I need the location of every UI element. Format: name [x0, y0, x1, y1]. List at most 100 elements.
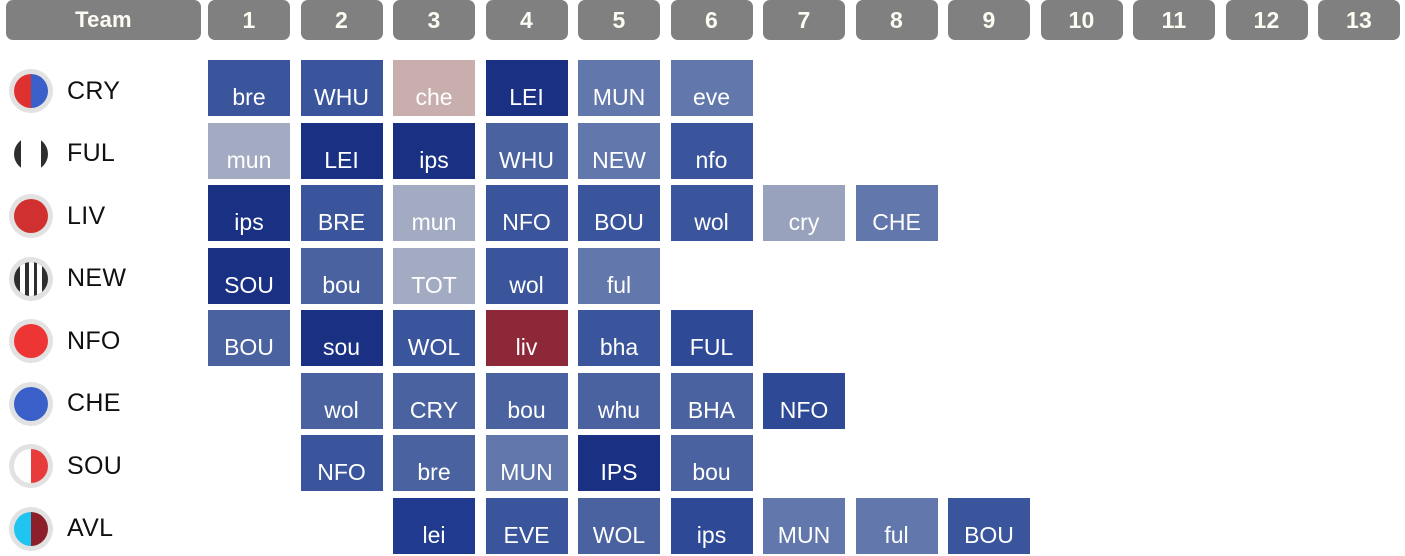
fixture-cell-cry-gw5[interactable]: MUN: [578, 60, 660, 116]
table-row: NFO BOU sou WOL liv bha FUL: [0, 310, 1405, 373]
column-header-gameweek-13[interactable]: 13: [1318, 0, 1400, 40]
team-badge-crest: [14, 386, 48, 421]
fixture-cell-avl-gw5[interactable]: WOL: [578, 497, 660, 554]
badge-half-left: [14, 74, 31, 109]
column-header-gameweek-4[interactable]: 4: [485, 0, 568, 40]
badge-half-left: [14, 511, 31, 546]
column-header-gameweek-9[interactable]: 9: [948, 0, 1030, 40]
fixture-cell-sou-gw6[interactable]: bou: [670, 435, 753, 491]
team-cell-ful[interactable]: FUL: [6, 123, 201, 186]
team-badge-icon: [9, 194, 53, 239]
fixture-cell-cry-gw6[interactable]: eve: [670, 60, 753, 116]
fixture-cell-sou-gw2[interactable]: NFO: [300, 435, 383, 491]
fixture-cell-cry-gw2[interactable]: WHU: [300, 60, 383, 116]
fixture-cell-cry-gw3[interactable]: che: [393, 60, 475, 116]
fixture-cell-nfo-gw3[interactable]: WOL: [393, 310, 475, 366]
fixture-cell-avl-gw6[interactable]: ips: [670, 497, 753, 554]
fixture-cell-nfo-gw2[interactable]: sou: [300, 310, 383, 366]
column-header-gameweek-7[interactable]: 7: [763, 0, 845, 40]
fixture-cell-new-gw4[interactable]: wol: [485, 247, 568, 304]
badge-stripe-0: [20, 261, 25, 296]
column-header-gameweek-3[interactable]: 3: [393, 0, 475, 40]
team-cell-avl[interactable]: AVL: [6, 498, 201, 556]
fixture-cell-new-gw3[interactable]: TOT: [393, 247, 475, 304]
fixture-cell-ful-gw6[interactable]: nfo: [670, 122, 753, 179]
fixture-cell-ful-gw5[interactable]: NEW: [578, 122, 660, 179]
fixture-cell-liv-gw5[interactable]: BOU: [578, 185, 660, 241]
team-name-label: NEW: [67, 264, 127, 293]
badge-edge-right: [41, 136, 48, 171]
team-badge-crest: [14, 324, 48, 359]
team-badge-crest: [14, 511, 48, 546]
team-name-label: CRY: [67, 76, 121, 105]
column-header-gameweek-6[interactable]: 6: [670, 0, 753, 40]
column-header-gameweek-1[interactable]: 1: [208, 0, 290, 40]
column-header-gameweek-12[interactable]: 12: [1225, 0, 1308, 40]
fixture-cell-liv-gw2[interactable]: BRE: [300, 185, 383, 241]
team-name-label: SOU: [67, 451, 123, 480]
fixture-cell-liv-gw7[interactable]: cry: [763, 185, 845, 241]
fixture-cell-che-gw4[interactable]: bou: [485, 372, 568, 429]
team-badge-crest: [14, 199, 48, 234]
column-header-gameweek-11[interactable]: 11: [1133, 0, 1215, 40]
team-cell-nfo[interactable]: NFO: [6, 310, 201, 373]
fixture-cell-nfo-gw1[interactable]: BOU: [208, 310, 290, 366]
fixture-cell-liv-gw1[interactable]: ips: [208, 185, 290, 241]
team-name-label: AVL: [67, 514, 114, 543]
team-badge-icon: [9, 132, 53, 176]
table-row: CRY bre WHU che LEI MUN eve: [0, 60, 1405, 123]
fixture-cell-che-gw7[interactable]: NFO: [763, 372, 845, 429]
team-cell-sou[interactable]: SOU: [6, 435, 201, 498]
team-cell-liv[interactable]: LIV: [6, 185, 201, 248]
team-name-label: LIV: [67, 201, 106, 230]
fixture-cell-cry-gw4[interactable]: LEI: [485, 60, 568, 116]
fixture-cell-sou-gw4[interactable]: MUN: [485, 435, 568, 491]
team-badge-icon: [9, 506, 53, 551]
fixture-cell-liv-gw4[interactable]: NFO: [485, 185, 568, 241]
fixture-cell-nfo-gw5[interactable]: bha: [578, 310, 660, 366]
fixture-cell-nfo-gw6[interactable]: FUL: [670, 310, 753, 366]
fixture-cell-che-gw6[interactable]: BHA: [670, 372, 753, 429]
fixture-cell-avl-gw7[interactable]: MUN: [763, 497, 845, 554]
column-header-gameweek-2[interactable]: 2: [300, 0, 383, 40]
team-badge-icon: [9, 319, 53, 364]
fixture-cell-cry-gw1[interactable]: bre: [208, 60, 290, 116]
fixture-cell-ful-gw2[interactable]: LEI: [300, 122, 383, 179]
team-name-label: NFO: [67, 326, 121, 355]
fixture-cell-avl-gw8[interactable]: ful: [855, 497, 938, 554]
fixture-cell-avl-gw4[interactable]: EVE: [485, 497, 568, 554]
fixture-cell-ful-gw4[interactable]: WHU: [485, 122, 568, 179]
fixture-cell-liv-gw6[interactable]: wol: [670, 185, 753, 241]
badge-edge-left: [14, 136, 21, 171]
badge-stripe-1: [28, 261, 34, 296]
column-header-gameweek-5[interactable]: 5: [578, 0, 660, 40]
fixture-cell-che-gw2[interactable]: wol: [300, 372, 383, 429]
team-cell-new[interactable]: NEW: [6, 248, 201, 311]
table-row: NEW SOU bou TOT wol ful: [0, 247, 1405, 311]
fixture-cell-new-gw2[interactable]: bou: [300, 247, 383, 304]
fixture-cell-nfo-gw4[interactable]: liv: [485, 310, 568, 366]
column-header-gameweek-10[interactable]: 10: [1040, 0, 1123, 40]
table-row: CHE wol CRY bou whu BHA NFO: [0, 372, 1405, 436]
fixture-cell-new-gw5[interactable]: ful: [578, 247, 660, 304]
fixture-cell-sou-gw3[interactable]: bre: [393, 435, 475, 491]
team-badge-icon: [9, 256, 53, 301]
team-badge-icon: [9, 69, 53, 114]
team-name-label: FUL: [67, 139, 116, 168]
fixture-cell-avl-gw3[interactable]: lei: [393, 497, 475, 554]
fixture-cell-ful-gw3[interactable]: ips: [393, 122, 475, 179]
fixture-cell-liv-gw8[interactable]: CHE: [855, 185, 938, 241]
team-badge-icon: [9, 381, 53, 426]
fixture-cell-ful-gw1[interactable]: mun: [208, 122, 290, 179]
fixture-cell-liv-gw3[interactable]: mun: [393, 185, 475, 241]
team-badge-crest: [14, 136, 48, 171]
fixture-cell-che-gw5[interactable]: whu: [578, 372, 660, 429]
fixture-cell-avl-gw9[interactable]: BOU: [948, 497, 1030, 554]
fixture-cell-sou-gw5[interactable]: IPS: [578, 435, 660, 491]
fixture-cell-che-gw3[interactable]: CRY: [393, 372, 475, 429]
column-header-team[interactable]: Team: [6, 0, 201, 40]
fixture-cell-new-gw1[interactable]: SOU: [208, 247, 290, 304]
column-header-gameweek-8[interactable]: 8: [855, 0, 938, 40]
team-cell-che[interactable]: CHE: [6, 373, 201, 436]
team-cell-cry[interactable]: CRY: [6, 60, 201, 123]
